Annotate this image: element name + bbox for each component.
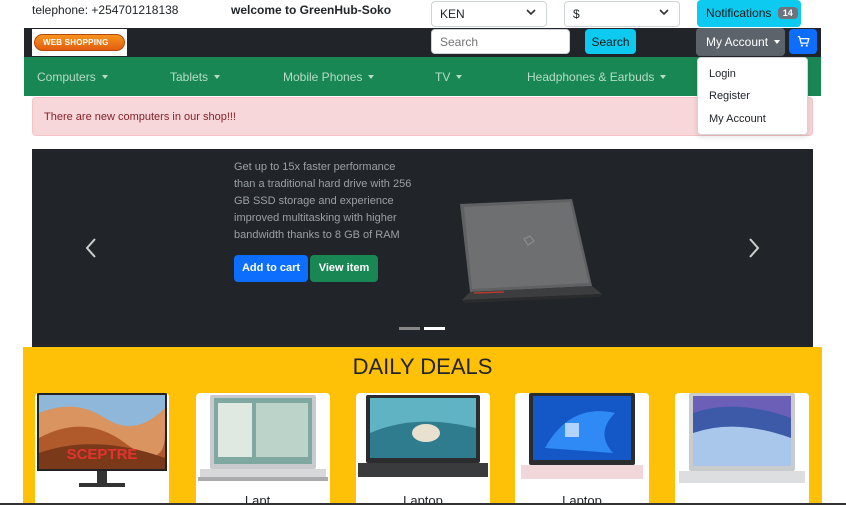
- search-input[interactable]: [431, 29, 570, 54]
- chevron-down-icon: [526, 9, 536, 16]
- cart-icon: [797, 35, 810, 47]
- deal-card[interactable]: [675, 393, 809, 505]
- laptop-image: [460, 199, 602, 303]
- country-select-value: KEN: [440, 7, 465, 21]
- notifications-label: Notifications: [706, 6, 772, 20]
- search-button[interactable]: Search: [585, 29, 636, 54]
- nav-item-computers[interactable]: Computers: [37, 70, 108, 84]
- laptop-image: [358, 395, 488, 477]
- chevron-down-icon: [659, 9, 669, 16]
- caret-down-icon: [214, 75, 221, 79]
- alert-text: There are new computers in our shop!!!: [44, 111, 236, 123]
- caret-down-icon: [774, 40, 781, 44]
- view-item-button[interactable]: View item: [310, 255, 378, 282]
- menu-item-my-account[interactable]: My Account: [709, 113, 766, 125]
- nav-item-tablets[interactable]: Tablets: [170, 70, 221, 84]
- monitor-image: SCEPTRE: [37, 393, 167, 487]
- caret-down-icon: [456, 75, 463, 79]
- deal-card[interactable]: SCEPTRE: [35, 393, 169, 505]
- my-account-button[interactable]: My Account: [696, 28, 785, 56]
- nav-item-label: Computers: [37, 70, 96, 84]
- carousel-indicator[interactable]: [399, 327, 420, 330]
- welcome-text: welcome to GreenHub-Soko: [231, 3, 392, 17]
- chevron-left-icon[interactable]: [84, 237, 98, 259]
- currency-select[interactable]: $: [564, 1, 680, 27]
- caret-down-icon: [368, 75, 375, 79]
- deal-card[interactable]: Laptop: [515, 393, 649, 505]
- logo[interactable]: WEB SHOPPING: [32, 29, 127, 56]
- nav-item-mobile-phones[interactable]: Mobile Phones: [283, 70, 375, 84]
- caret-down-icon: [101, 75, 108, 79]
- nav-item-label: Tablets: [170, 70, 209, 84]
- currency-select-value: $: [573, 7, 580, 21]
- laptop-image: [198, 395, 328, 481]
- card-brand-text: SCEPTRE: [67, 446, 138, 463]
- laptop-image: [679, 393, 805, 483]
- nav-item-label: TV: [435, 70, 451, 84]
- caret-down-icon: [660, 75, 667, 79]
- notifications-badge: 14: [777, 7, 798, 19]
- deal-card[interactable]: Laptop: [356, 393, 490, 505]
- top-bar: telephone: +254701218138 welcome to Gree…: [0, 0, 846, 28]
- nav-item-headphones[interactable]: Headphones & Earbuds: [527, 70, 667, 84]
- account-dropdown-menu: Login Register My Account: [697, 57, 808, 135]
- hero-carousel: Get up to 15x faster performance than a …: [32, 149, 813, 347]
- chevron-right-icon[interactable]: [747, 237, 761, 259]
- add-to-cart-button[interactable]: Add to cart: [234, 255, 308, 282]
- logo-text: WEB SHOPPING: [43, 38, 109, 47]
- menu-item-register[interactable]: Register: [709, 90, 750, 102]
- laptop-image: [521, 393, 643, 479]
- daily-deals-title: DAILY DEALS: [352, 354, 493, 379]
- menu-item-login[interactable]: Login: [709, 68, 736, 80]
- my-account-label: My Account: [706, 35, 769, 49]
- carousel-description: Get up to 15x faster performance than a …: [234, 161, 412, 241]
- country-select[interactable]: KEN: [431, 1, 547, 27]
- daily-deals-section: DAILY DEALS SCEPTRE Lapt... Laptop Lapto…: [23, 347, 822, 505]
- alert-banner: There are new computers in our shop!!!: [32, 97, 813, 136]
- nav-item-tv[interactable]: TV: [435, 70, 463, 84]
- notifications-button[interactable]: Notifications 14: [697, 0, 801, 27]
- deal-card[interactable]: Lapt...: [196, 393, 330, 505]
- nav-item-label: Mobile Phones: [283, 70, 363, 84]
- telephone-text: telephone: +254701218138: [32, 3, 179, 17]
- cart-button[interactable]: [789, 29, 817, 54]
- logo-badge: WEB SHOPPING: [34, 34, 125, 51]
- carousel-indicator-active[interactable]: [424, 327, 445, 330]
- nav-item-label: Headphones & Earbuds: [527, 70, 655, 84]
